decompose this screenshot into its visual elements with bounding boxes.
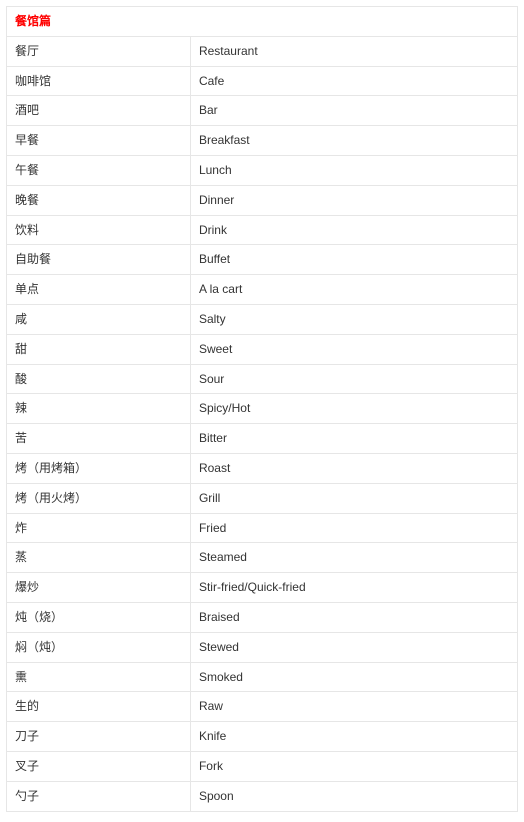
- table-row: 叉子Fork: [7, 751, 518, 781]
- term-en: A la cart: [190, 275, 517, 305]
- term-en: Salty: [190, 304, 517, 334]
- term-en: Drink: [190, 215, 517, 245]
- term-zh: 酒吧: [7, 96, 191, 126]
- term-zh: 早餐: [7, 126, 191, 156]
- table-row: 炖（烧）Braised: [7, 602, 518, 632]
- term-zh: 自助餐: [7, 245, 191, 275]
- term-zh: 勺子: [7, 781, 191, 811]
- table-row: 餐厅Restaurant: [7, 36, 518, 66]
- term-en: Raw: [190, 692, 517, 722]
- term-en: Fried: [190, 513, 517, 543]
- table-row: 午餐Lunch: [7, 155, 518, 185]
- term-zh: 爆炒: [7, 573, 191, 603]
- term-zh: 甜: [7, 334, 191, 364]
- table-body: 餐厅Restaurant咖啡馆Cafe酒吧Bar早餐Breakfast午餐Lun…: [7, 36, 518, 811]
- table-row: 咸Salty: [7, 304, 518, 334]
- table-row: 早餐Breakfast: [7, 126, 518, 156]
- term-zh: 炖（烧）: [7, 602, 191, 632]
- table-row: 晚餐Dinner: [7, 185, 518, 215]
- term-zh: 苦: [7, 424, 191, 454]
- term-en: Bitter: [190, 424, 517, 454]
- term-en: Restaurant: [190, 36, 517, 66]
- table-header-row: 餐馆篇: [7, 7, 518, 37]
- table-row: 刀子Knife: [7, 722, 518, 752]
- table-row: 酒吧Bar: [7, 96, 518, 126]
- term-en: Roast: [190, 453, 517, 483]
- table-row: 蒸Steamed: [7, 543, 518, 573]
- term-en: Sweet: [190, 334, 517, 364]
- term-en: Buffet: [190, 245, 517, 275]
- term-zh: 餐厅: [7, 36, 191, 66]
- table-row: 炸Fried: [7, 513, 518, 543]
- table-row: 辣Spicy/Hot: [7, 394, 518, 424]
- term-zh: 午餐: [7, 155, 191, 185]
- term-en: Grill: [190, 483, 517, 513]
- term-zh: 叉子: [7, 751, 191, 781]
- term-zh: 生的: [7, 692, 191, 722]
- term-en: Smoked: [190, 662, 517, 692]
- table-row: 熏Smoked: [7, 662, 518, 692]
- term-en: Spoon: [190, 781, 517, 811]
- term-zh: 辣: [7, 394, 191, 424]
- section-title: 餐馆篇: [7, 7, 518, 37]
- table-row: 烤（用烤箱）Roast: [7, 453, 518, 483]
- table-row: 烤（用火烤）Grill: [7, 483, 518, 513]
- table-row: 苦Bitter: [7, 424, 518, 454]
- term-en: Stir-fried/Quick-fried: [190, 573, 517, 603]
- term-en: Dinner: [190, 185, 517, 215]
- term-zh: 刀子: [7, 722, 191, 752]
- table-row: 咖啡馆Cafe: [7, 66, 518, 96]
- term-zh: 焖（炖）: [7, 632, 191, 662]
- term-en: Lunch: [190, 155, 517, 185]
- term-en: Steamed: [190, 543, 517, 573]
- term-zh: 熏: [7, 662, 191, 692]
- term-zh: 蒸: [7, 543, 191, 573]
- term-en: Knife: [190, 722, 517, 752]
- term-zh: 烤（用火烤）: [7, 483, 191, 513]
- table-row: 饮料Drink: [7, 215, 518, 245]
- vocabulary-table: 餐馆篇 餐厅Restaurant咖啡馆Cafe酒吧Bar早餐Breakfast午…: [6, 6, 518, 812]
- term-en: Fork: [190, 751, 517, 781]
- table-row: 焖（炖）Stewed: [7, 632, 518, 662]
- term-en: Spicy/Hot: [190, 394, 517, 424]
- term-zh: 咸: [7, 304, 191, 334]
- table-row: 生的Raw: [7, 692, 518, 722]
- table-row: 爆炒Stir-fried/Quick-fried: [7, 573, 518, 603]
- term-zh: 晚餐: [7, 185, 191, 215]
- term-en: Breakfast: [190, 126, 517, 156]
- term-en: Bar: [190, 96, 517, 126]
- table-row: 勺子Spoon: [7, 781, 518, 811]
- table-row: 单点A la cart: [7, 275, 518, 305]
- table-row: 自助餐Buffet: [7, 245, 518, 275]
- term-zh: 酸: [7, 364, 191, 394]
- term-zh: 烤（用烤箱）: [7, 453, 191, 483]
- table-row: 酸Sour: [7, 364, 518, 394]
- term-en: Braised: [190, 602, 517, 632]
- term-zh: 炸: [7, 513, 191, 543]
- vocabulary-table-wrap: 餐馆篇 餐厅Restaurant咖啡馆Cafe酒吧Bar早餐Breakfast午…: [0, 0, 524, 822]
- term-en: Cafe: [190, 66, 517, 96]
- term-zh: 咖啡馆: [7, 66, 191, 96]
- term-en: Stewed: [190, 632, 517, 662]
- term-zh: 饮料: [7, 215, 191, 245]
- table-row: 甜Sweet: [7, 334, 518, 364]
- term-zh: 单点: [7, 275, 191, 305]
- term-en: Sour: [190, 364, 517, 394]
